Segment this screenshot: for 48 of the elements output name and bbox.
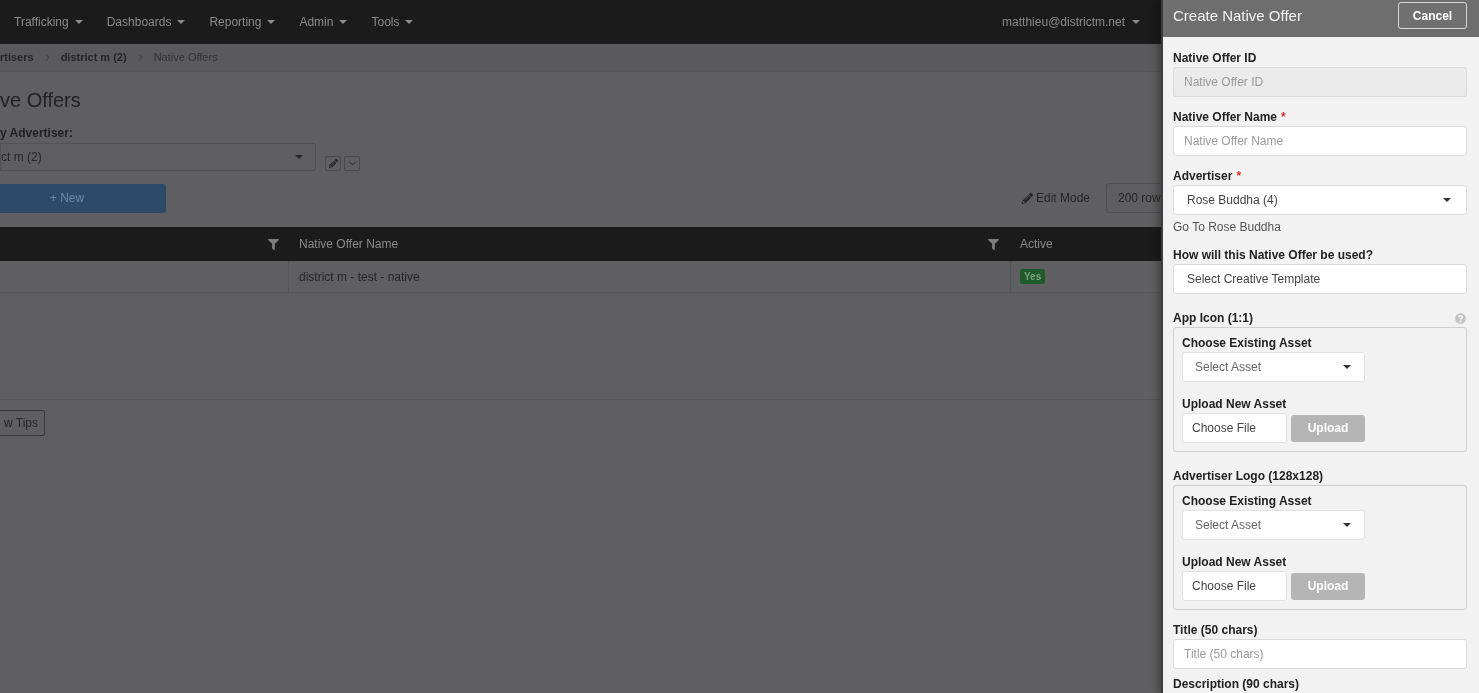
help-icon[interactable] [1455, 313, 1466, 324]
edit-button[interactable] [325, 156, 341, 171]
field-label: Advertiser Logo (128x128) [1173, 468, 1324, 484]
page-title: ve Offers [0, 88, 81, 112]
text-input[interactable]: Title (50 chars) [1173, 639, 1467, 669]
pencil-icon [1021, 192, 1033, 204]
asset-select[interactable]: Select Asset [1182, 510, 1365, 540]
table-cell-text: district m - test - native [299, 268, 420, 286]
column-header[interactable]: Native Offer Name [299, 235, 399, 253]
caret-icon [1343, 365, 1351, 369]
nav-menu-item[interactable]: Dashboards [106, 13, 186, 31]
nav-menu-item[interactable]: Reporting [209, 13, 276, 31]
choose-file-button[interactable]: Choose File [1182, 571, 1287, 601]
choose-file-button[interactable]: Choose File [1182, 413, 1287, 443]
field-label: Choose Existing Asset [1182, 493, 1312, 509]
field-label: Choose Existing Asset [1182, 335, 1312, 351]
filter-icon[interactable] [988, 238, 999, 250]
field-label: Upload New Asset [1182, 396, 1287, 412]
caret-icon [1132, 20, 1140, 24]
user-menu[interactable]: matthieu@districtm.net [1002, 13, 1140, 31]
field-label: Native Offer ID [1173, 50, 1257, 66]
nav-menu-item[interactable]: Admin [299, 13, 348, 31]
field-label: Advertiser [1173, 168, 1233, 184]
cancel-button[interactable]: Cancel [1398, 2, 1467, 29]
required-mark: * [1281, 109, 1286, 125]
filter-label: y Advertiser: [0, 125, 73, 141]
field-label: Upload New Asset [1182, 554, 1287, 570]
nav-menu-item[interactable]: Trafficking [14, 13, 83, 31]
select-field[interactable]: Rose Buddha (4) [1173, 185, 1467, 215]
caret-icon [1343, 523, 1351, 527]
pencil-icon [328, 159, 338, 168]
caret-icon [295, 155, 303, 159]
status-badge: Yes [1020, 269, 1046, 284]
asset-select[interactable]: Select Asset [1182, 352, 1365, 382]
expand-button[interactable] [344, 156, 360, 171]
field-label: App Icon (1:1) [1173, 310, 1253, 326]
select-field[interactable]: Select Creative Template [1173, 264, 1467, 294]
required-mark: * [1236, 168, 1242, 184]
field-label: Description (90 chars) [1173, 678, 1300, 690]
filter-icon[interactable] [268, 238, 279, 250]
nav-menu-item[interactable]: Tools [371, 13, 414, 31]
field-label: Native Offer Name [1173, 109, 1278, 125]
panel-title: Create Native Offer [1173, 6, 1302, 26]
column-header[interactable]: Active [1020, 235, 1053, 253]
advertiser-link[interactable]: Go To Rose Buddha [1173, 219, 1281, 235]
field-label: Title (50 chars) [1173, 622, 1258, 638]
field-label: How will this Native Offer be used? [1173, 247, 1374, 263]
text-input[interactable]: Native Offer Name [1173, 126, 1467, 156]
